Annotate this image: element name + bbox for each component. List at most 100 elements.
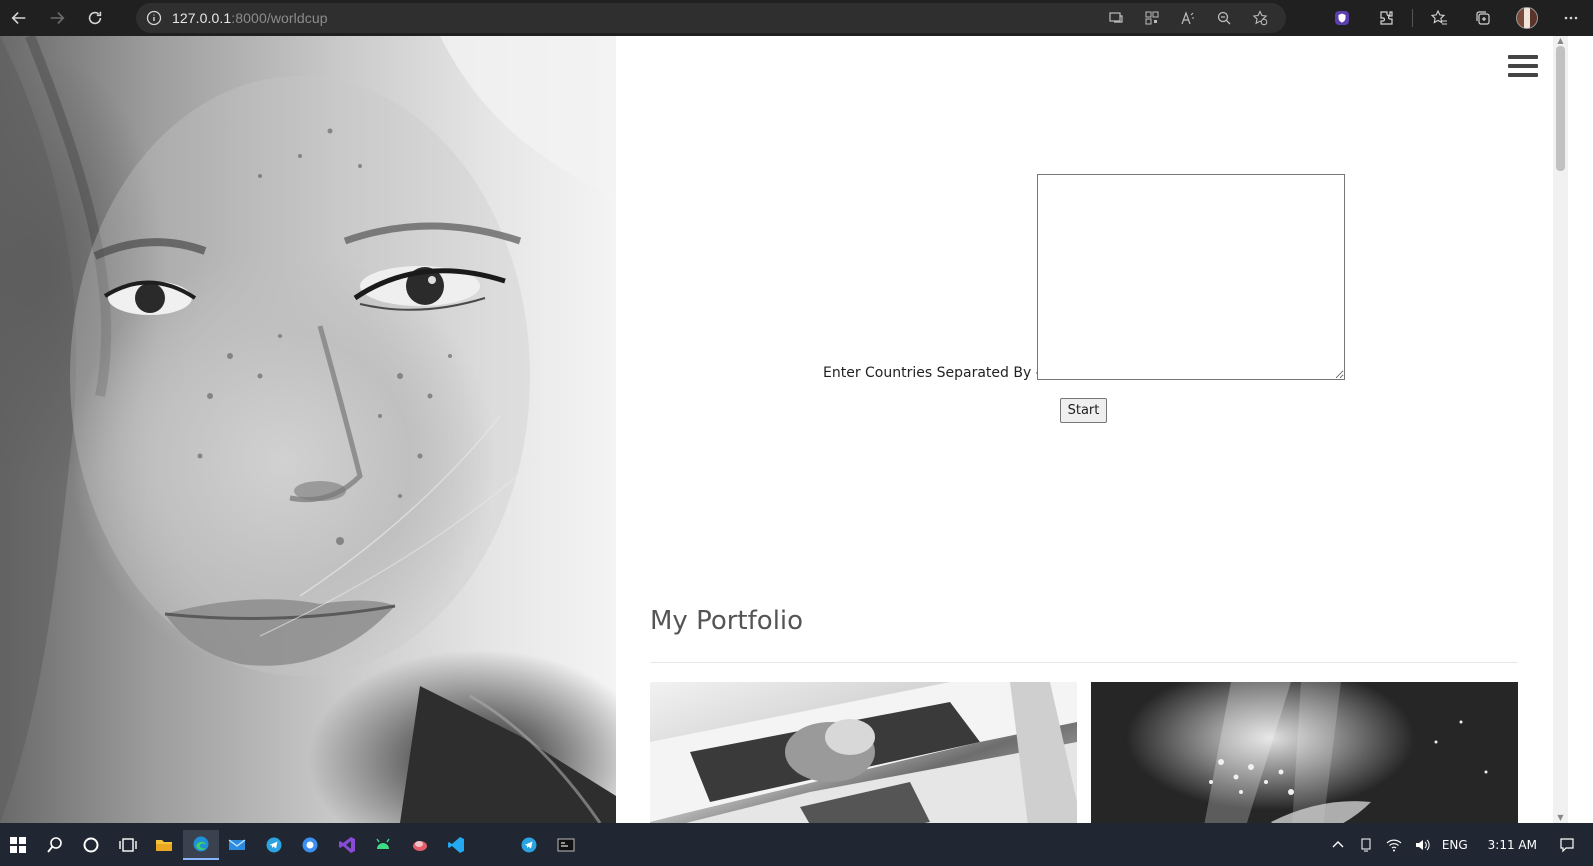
hero-portrait-image [0, 36, 616, 823]
star-add-icon [1252, 10, 1268, 26]
visual-studio-icon [338, 836, 355, 853]
portfolio-divider [650, 662, 1518, 663]
favorites-star-icon [1430, 9, 1447, 25]
portfolio-image-underwater[interactable] [1091, 682, 1518, 823]
portrait-illustration [0, 36, 616, 823]
profile-button[interactable] [1505, 0, 1549, 36]
countries-textarea[interactable] [1037, 174, 1345, 380]
settings-more-button[interactable] [1549, 0, 1593, 36]
tray-device-button[interactable] [1352, 837, 1380, 853]
android-icon [376, 838, 390, 849]
network-button[interactable] [1380, 837, 1408, 853]
app-available-button[interactable] [1098, 3, 1134, 33]
notifications-button[interactable] [1551, 837, 1593, 853]
windows-taskbar: ENG 3:11 AM [0, 823, 1593, 866]
extension-shield-button[interactable] [1320, 0, 1364, 36]
menu-bar [1508, 55, 1538, 59]
zoom-button[interactable] [1206, 3, 1242, 33]
browser-right-tools [1320, 0, 1593, 36]
forward-button[interactable] [38, 0, 76, 36]
qr-code-icon [1145, 11, 1159, 25]
cortana-circle-icon [83, 837, 99, 852]
start-button[interactable] [0, 830, 36, 860]
page-scrollbar[interactable]: ▲ ▼ [1553, 36, 1568, 823]
scroll-down-arrow[interactable]: ▼ [1556, 814, 1565, 822]
clock[interactable]: 3:11 AM [1474, 838, 1551, 852]
chat-bubble-icon [302, 837, 318, 852]
back-button[interactable] [0, 0, 38, 36]
notification-icon [1560, 837, 1574, 852]
app-button-red[interactable] [402, 830, 438, 860]
web-page: Enter Countries Separated By - : Start M… [0, 36, 1593, 823]
favorites-button[interactable] [1417, 0, 1461, 36]
search-button[interactable] [37, 830, 73, 860]
refresh-button[interactable] [76, 0, 114, 36]
cortana-button[interactable] [73, 830, 109, 860]
chat-app-button[interactable] [292, 830, 328, 860]
menu-bar [1508, 64, 1538, 68]
puzzle-icon [1380, 11, 1393, 25]
android-studio-button[interactable] [365, 830, 401, 860]
address-tools [1098, 3, 1278, 33]
scroll-up-arrow[interactable]: ▲ [1556, 37, 1565, 45]
telegram-button-2[interactable] [511, 830, 547, 860]
folder-icon [156, 839, 172, 851]
scrollbar-thumb[interactable] [1556, 46, 1565, 171]
address-bar[interactable]: 127.0.0.1:8000/worldcup [136, 3, 1286, 33]
zoom-out-icon [1217, 11, 1231, 25]
language-indicator[interactable]: ENG [1436, 838, 1474, 852]
system-tray: ENG 3:11 AM [1324, 823, 1593, 866]
extensions-button[interactable] [1364, 0, 1408, 36]
toolbar-separator [1412, 9, 1413, 27]
browser-toolbar: 127.0.0.1:8000/worldcup [0, 0, 1593, 36]
menu-bar [1508, 73, 1538, 77]
windows-logo-icon [10, 836, 26, 853]
start-button[interactable]: Start [1060, 398, 1107, 423]
telegram-icon [266, 837, 281, 852]
terminal-icon [557, 838, 574, 851]
file-explorer-button[interactable] [146, 830, 182, 860]
portfolio-heading: My Portfolio [650, 606, 804, 636]
vscode-icon [448, 836, 464, 853]
qr-code-button[interactable] [1134, 3, 1170, 33]
app-red-icon [412, 840, 427, 851]
read-aloud-button[interactable] [1170, 3, 1206, 33]
more-dots-icon [1564, 16, 1578, 20]
app-available-icon [1109, 12, 1123, 23]
mail-icon [228, 839, 246, 850]
wifi-icon [1386, 839, 1402, 851]
chevron-up-icon [1332, 840, 1344, 847]
task-view-icon [118, 837, 137, 852]
mail-button[interactable] [219, 830, 255, 860]
url-host: 127.0.0.1 [172, 10, 232, 26]
tray-overflow-button[interactable] [1324, 837, 1352, 853]
portfolio-image-car-couple[interactable] [650, 682, 1077, 823]
url-path: :8000/worldcup [231, 10, 328, 26]
url-text[interactable]: 127.0.0.1:8000/worldcup [172, 10, 328, 26]
volume-button[interactable] [1408, 837, 1436, 853]
collections-button[interactable] [1461, 0, 1505, 36]
profile-avatar [1516, 7, 1538, 29]
edge-browser-button[interactable] [182, 829, 219, 860]
arrow-left-icon [11, 12, 26, 24]
edge-logo-icon [193, 836, 208, 851]
telegram-icon [521, 837, 537, 852]
hamburger-menu-icon[interactable] [1508, 55, 1538, 81]
vscode-button[interactable] [438, 830, 474, 860]
terminal-button[interactable] [548, 830, 584, 860]
countries-label: Enter Countries Separated By - : [823, 365, 1050, 381]
collections-icon [1476, 11, 1490, 25]
telegram-button[interactable] [256, 830, 292, 860]
site-info-icon[interactable] [136, 10, 172, 26]
task-view-button[interactable] [110, 830, 146, 860]
spacer-slot [475, 830, 511, 860]
device-icon [1361, 838, 1371, 851]
refresh-icon [88, 11, 102, 25]
read-aloud-icon [1181, 11, 1194, 25]
speaker-icon [1415, 839, 1430, 850]
visual-studio-button[interactable] [329, 830, 365, 860]
underwater-photo [1204, 682, 1488, 823]
shield-extension-icon [1335, 11, 1349, 25]
add-favorite-button[interactable] [1242, 3, 1278, 33]
arrow-right-icon [50, 12, 65, 24]
